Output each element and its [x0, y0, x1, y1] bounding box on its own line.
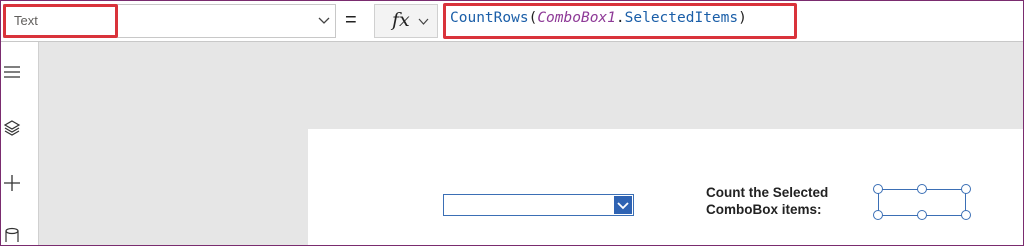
resize-handle-top-left[interactable] — [873, 184, 883, 194]
formula-open-paren: ( — [528, 10, 538, 26]
chevron-down-icon — [617, 202, 629, 210]
formula-control-ref: ComboBox1 — [537, 10, 616, 26]
resize-handle-top[interactable] — [917, 184, 927, 194]
chevron-down-icon[interactable] — [316, 12, 332, 28]
formula-property: SelectedItems — [624, 10, 739, 26]
resize-handle-bottom[interactable] — [917, 210, 927, 220]
count-label-line1: Count the Selected — [706, 185, 829, 200]
plus-icon[interactable] — [3, 173, 23, 193]
design-canvas: Count the Selected ComboBox items: — [39, 42, 1023, 245]
property-dropdown[interactable]: Text — [3, 4, 336, 38]
formula-input[interactable]: CountRows(ComboBox1.SelectedItems) — [450, 10, 747, 26]
count-label: Count the Selected ComboBox items: — [706, 184, 828, 218]
fx-icon: fx — [392, 9, 410, 31]
formula-dot: . — [615, 10, 625, 26]
formula-bar: Text = fx CountRows(ComboBox1.SelectedIt… — [1, 1, 1023, 42]
app-screen: Count the Selected ComboBox items: — [308, 129, 1023, 245]
resize-handle-top-right[interactable] — [961, 184, 971, 194]
resize-handle-bottom-left[interactable] — [873, 210, 883, 220]
formula-function: CountRows — [450, 10, 529, 26]
count-label-line2: ComboBox items: — [706, 202, 822, 217]
hamburger-menu-icon[interactable] — [3, 62, 23, 82]
database-icon[interactable] — [3, 226, 23, 246]
layers-icon[interactable] — [3, 118, 23, 138]
combobox-control[interactable] — [443, 194, 634, 216]
equals-sign: = — [345, 9, 357, 31]
combobox-dropdown-button[interactable] — [614, 196, 632, 214]
formula-close-paren: ) — [738, 10, 747, 26]
left-rail — [1, 42, 39, 245]
resize-handle-bottom-right[interactable] — [961, 210, 971, 220]
property-value: Text — [14, 13, 38, 28]
fx-button[interactable]: fx — [374, 4, 438, 38]
chevron-down-icon — [418, 18, 429, 25]
selected-label-control[interactable] — [873, 184, 971, 220]
